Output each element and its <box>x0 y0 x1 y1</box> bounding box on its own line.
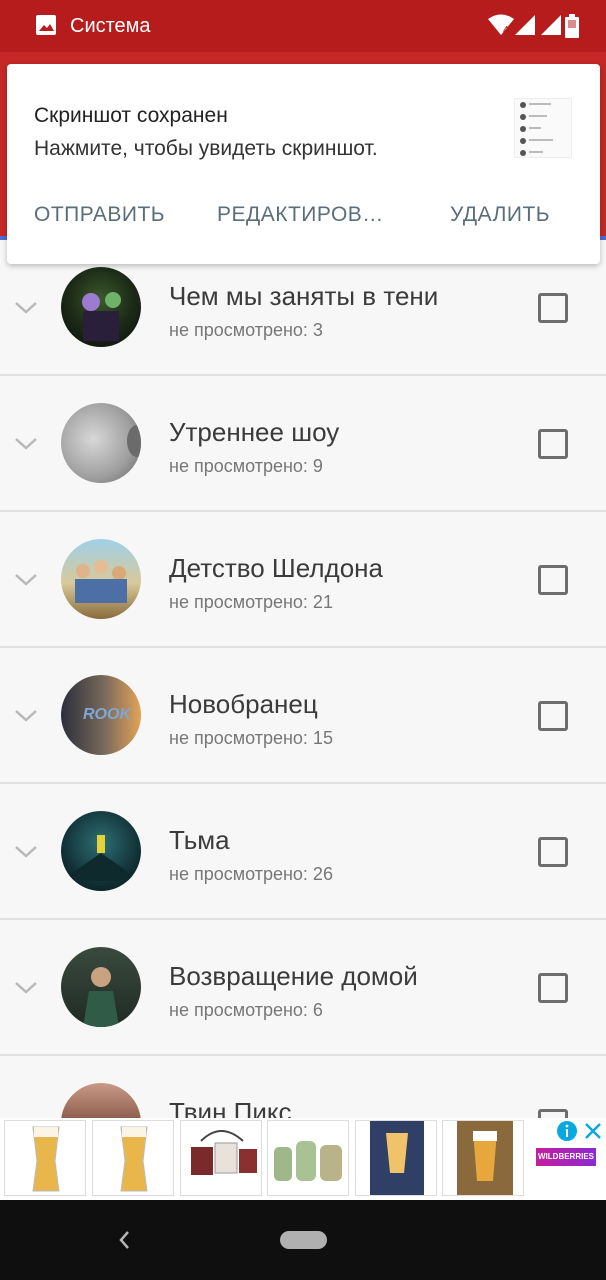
home-button[interactable] <box>280 1231 327 1249</box>
ad-product-image[interactable] <box>355 1120 437 1196</box>
checkbox[interactable] <box>538 973 568 1003</box>
image-icon <box>36 15 56 35</box>
show-title: Новобранец <box>169 689 318 719</box>
checkbox[interactable] <box>538 565 568 595</box>
avatar <box>61 1083 141 1118</box>
checkbox[interactable] <box>538 837 568 867</box>
status-app-name: Система <box>70 15 151 37</box>
chevron-down-icon[interactable] <box>14 436 38 452</box>
avatar <box>61 811 141 891</box>
notification-text: Нажмите, чтобы увидеть скриншот. <box>34 137 378 160</box>
edit-button[interactable]: РЕДАКТИРОВ… <box>217 203 384 227</box>
checkbox[interactable] <box>538 1109 568 1118</box>
chevron-down-icon[interactable] <box>14 572 38 588</box>
close-icon[interactable] <box>582 1120 604 1142</box>
show-title: Детство Шелдона <box>169 553 383 583</box>
chevron-down-icon[interactable] <box>14 844 38 860</box>
delete-button[interactable]: УДАЛИТЬ <box>450 203 550 227</box>
status-bar: Система 4 <box>0 0 606 52</box>
show-title: Тьма <box>169 825 230 855</box>
list-item[interactable]: Детство Шелдона не просмотрено: 21 <box>0 512 606 648</box>
ad-product-image[interactable] <box>442 1120 524 1196</box>
wifi-icon: 4 <box>488 14 514 36</box>
battery-icon <box>565 14 579 38</box>
chevron-down-icon[interactable] <box>14 980 38 996</box>
ad-brand-logo: WILDBERRIES <box>536 1148 596 1166</box>
signal-icon <box>515 15 535 35</box>
signal-icon-2 <box>541 15 561 35</box>
ad-product-image[interactable] <box>92 1120 174 1196</box>
avatar <box>61 947 141 1027</box>
list-item[interactable]: Возвращение домой не просмотрено: 6 <box>0 920 606 1056</box>
screenshot-thumbnail[interactable] <box>514 98 572 158</box>
show-title: Возвращение домой <box>169 961 418 991</box>
avatar <box>61 539 141 619</box>
screenshot-notification[interactable]: Скриншот сохранен Нажмите, чтобы увидеть… <box>7 64 600 264</box>
unwatched-count: не просмотрено: 3 <box>169 320 323 340</box>
chevron-down-icon[interactable] <box>14 708 38 724</box>
list-item[interactable]: Твин Пикс <box>0 1056 606 1118</box>
avatar <box>61 267 141 347</box>
unwatched-count: не просмотрено: 26 <box>169 864 333 884</box>
show-title: Чем мы заняты в тени <box>169 281 439 311</box>
ad-info-icon[interactable] <box>556 1120 578 1142</box>
list-item[interactable]: Тьма не просмотрено: 26 <box>0 784 606 920</box>
unwatched-count: не просмотрено: 9 <box>169 456 323 476</box>
unwatched-count: не просмотрено: 15 <box>169 728 333 748</box>
send-button[interactable]: ОТПРАВИТЬ <box>34 203 165 227</box>
chevron-down-icon[interactable] <box>14 300 38 316</box>
avatar: ROOK <box>61 675 141 755</box>
checkbox[interactable] <box>538 429 568 459</box>
unwatched-count: не просмотрено: 21 <box>169 592 333 612</box>
checkbox[interactable] <box>538 701 568 731</box>
system-nav-bar <box>0 1200 606 1280</box>
back-icon[interactable] <box>116 1228 134 1252</box>
ad-banner[interactable]: WILDBERRIES <box>0 1118 606 1200</box>
unwatched-count: не просмотрено: 6 <box>169 1000 323 1020</box>
show-list: Чем мы заняты в тени не просмотрено: 3 У… <box>0 240 606 1118</box>
ad-product-image[interactable] <box>4 1120 86 1196</box>
notification-title: Скриншот сохранен <box>34 104 228 127</box>
svg-text:ROOK: ROOK <box>83 706 132 723</box>
avatar <box>61 403 141 483</box>
ad-product-image[interactable] <box>267 1120 349 1196</box>
show-title: Твин Пикс <box>169 1097 292 1118</box>
show-title: Утреннее шоу <box>169 417 340 447</box>
ad-product-image[interactable] <box>180 1120 262 1196</box>
list-item[interactable]: Утреннее шоу не просмотрено: 9 <box>0 376 606 512</box>
list-item[interactable]: ROOK Новобранец не просмотрено: 15 <box>0 648 606 784</box>
checkbox[interactable] <box>538 293 568 323</box>
svg-text:4: 4 <box>503 25 509 36</box>
